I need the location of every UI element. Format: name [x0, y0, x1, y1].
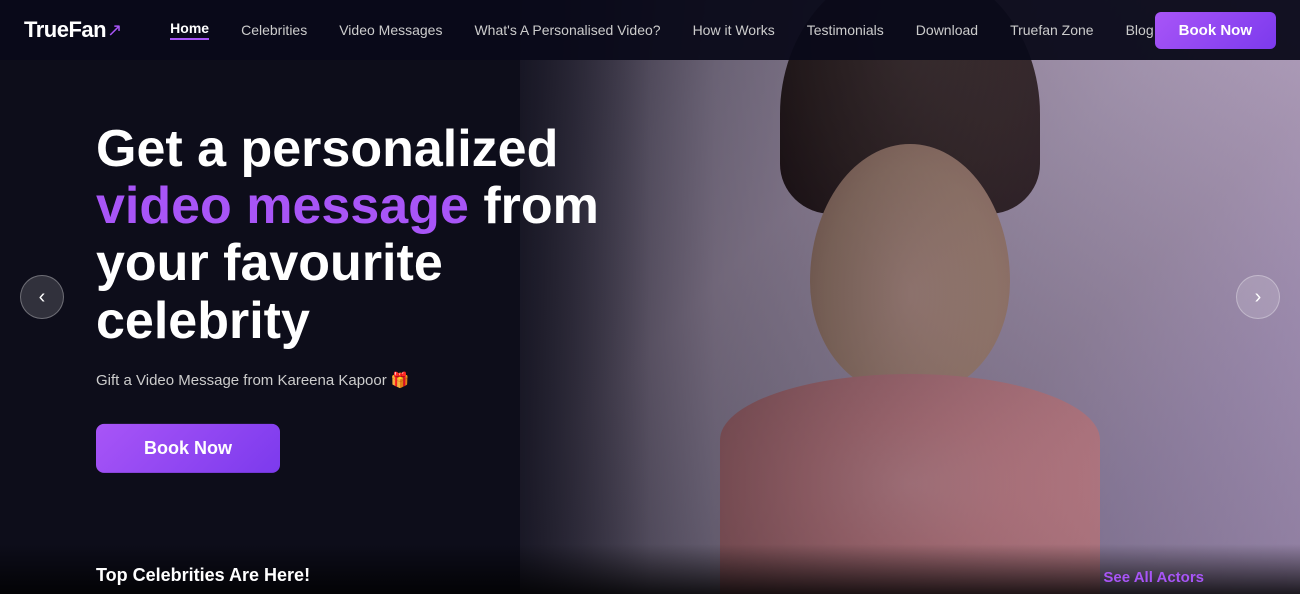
- hero-content: Get a personalized video message from yo…: [96, 121, 656, 473]
- logo-mark: ↗: [107, 20, 122, 41]
- nav-link-download[interactable]: Download: [916, 22, 978, 38]
- right-arrow-icon: ›: [1255, 286, 1262, 309]
- nav-link-truefan-zone[interactable]: Truefan Zone: [1010, 22, 1094, 38]
- left-arrow-icon: ‹: [39, 286, 46, 309]
- hero-subtitle: Gift a Video Message from Kareena Kapoor…: [96, 370, 656, 393]
- nav-link-blog[interactable]: Blog: [1126, 22, 1154, 38]
- hero-book-now-button[interactable]: Book Now: [96, 424, 280, 473]
- hero-section: TrueFan ↗ Home Celebrities Video Message…: [0, 0, 1300, 594]
- logo[interactable]: TrueFan ↗: [24, 17, 122, 43]
- logo-text: TrueFan: [24, 17, 106, 43]
- nav-link-testimonials[interactable]: Testimonials: [807, 22, 884, 38]
- nav-links: Home Celebrities Video Messages What's A…: [170, 20, 1154, 40]
- hero-title: Get a personalized video message from yo…: [96, 121, 656, 350]
- see-all-actors-link[interactable]: See All Actors: [1103, 569, 1204, 586]
- bottom-bar: Top Celebrities Are Here! See All Actors: [0, 544, 1300, 594]
- hero-title-highlight: video message: [96, 177, 469, 235]
- hero-title-text1: Get a personalized: [96, 120, 558, 178]
- nav-link-how-it-works[interactable]: How it Works: [693, 22, 775, 38]
- navbar-book-now-button[interactable]: Book Now: [1155, 12, 1276, 49]
- top-celebrities-label: Top Celebrities Are Here!: [96, 565, 310, 586]
- nav-link-whats-personalised[interactable]: What's A Personalised Video?: [474, 22, 660, 38]
- hero-prev-arrow-button[interactable]: ‹: [20, 275, 64, 319]
- nav-link-celebrities[interactable]: Celebrities: [241, 22, 307, 38]
- nav-link-video-messages[interactable]: Video Messages: [339, 22, 442, 38]
- navbar: TrueFan ↗ Home Celebrities Video Message…: [0, 0, 1300, 60]
- hero-next-arrow-button[interactable]: ›: [1236, 275, 1280, 319]
- nav-link-home[interactable]: Home: [170, 20, 209, 40]
